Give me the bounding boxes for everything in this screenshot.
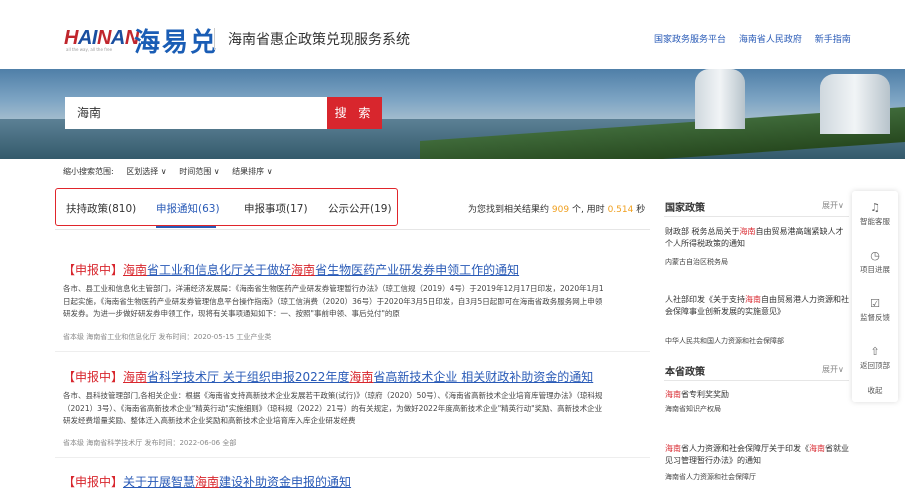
national-policy-title: 国家政策	[665, 203, 705, 214]
filter-sort[interactable]: 结果排序 ∨	[232, 167, 272, 176]
link-provincial-gov[interactable]: 海南省人民政府	[739, 35, 802, 45]
logo-title[interactable]: 海易兑	[134, 22, 218, 59]
logo-divider	[214, 28, 215, 50]
collapse-button[interactable]: 收起	[852, 385, 898, 396]
result-title-1[interactable]: 【申报中】海南省工业和信息化厅关于做好海南省生物医药产业研发券申领工作的通知	[63, 261, 519, 278]
national-policy-source-1: 内蒙古自治区税务局	[665, 258, 728, 266]
provincial-policy-source-1: 海南省知识产权局	[665, 405, 721, 413]
headset-icon: ♫	[870, 201, 880, 214]
top-links: 国家政务服务平台 海南省人民政府 新手指南	[654, 32, 861, 45]
provincial-policy-item-1[interactable]: 海南省专利奖奖励	[665, 389, 850, 401]
result-title-2[interactable]: 【申报中】海南省科学技术厅 关于组织申报2022年度海南省高新技术企业 相关财政…	[63, 368, 593, 385]
result-meta-2: 省本级 海南省科学技术厅 发布时间：2022-06-06 全部	[63, 439, 237, 447]
national-policy-item-1[interactable]: 财政部 税务总局关于海南自由贸易港高端紧缺人才个人所得税政策的通知	[665, 226, 850, 250]
tab-support-policy[interactable]: 扶持政策(810)	[66, 201, 136, 216]
result-desc-2: 各市、县科技管理部门,各相关企业：根据《海南省支持高新技术企业发展若干政策(试行…	[63, 391, 603, 425]
filter-label: 缩小搜索范围:	[63, 167, 114, 176]
provincial-policy-source-2: 海南省人力资源和社会保障厅	[665, 473, 756, 481]
tab-public-notices[interactable]: 公示公开(19)	[328, 201, 392, 216]
smart-service-button[interactable]: ♫ 智能客服	[852, 201, 898, 227]
clock-icon: ◷	[870, 249, 880, 262]
project-progress-button[interactable]: ◷ 项目进展	[852, 249, 898, 275]
link-beginner-guide[interactable]: 新手指南	[815, 35, 851, 45]
result-meta-1: 省本级 海南省工业和信息化厅 发布时间：2020-05-15 工业产业类	[63, 333, 272, 341]
provincial-expand-link[interactable]: 展开∨	[822, 364, 844, 375]
link-national-service[interactable]: 国家政务服务平台	[654, 35, 726, 45]
search-button[interactable]: 搜 索	[327, 97, 382, 129]
logo-tagline: all the way, all the free	[66, 47, 113, 52]
filter-bar: 缩小搜索范围: 区划选择 ∨ 时间范围 ∨ 结果排序 ∨	[63, 166, 283, 177]
tab-divider	[55, 229, 650, 230]
national-policy-item-2[interactable]: 人社部印发《关于支持海南自由贸易港人力资源和社会保障事业创新发展的实施意见》	[665, 294, 850, 318]
result-divider	[55, 457, 650, 458]
national-expand-link[interactable]: 展开∨	[822, 200, 844, 211]
result-title-3[interactable]: 【申报中】关于开展智慧海南建设补助资金申报的通知	[63, 473, 351, 490]
result-time: 0.514	[607, 205, 634, 215]
sidebar-divider	[664, 216, 849, 217]
sidebar-divider	[664, 380, 849, 381]
result-divider	[55, 351, 650, 352]
national-policy-source-2: 中华人民共和国人力资源和社会保障部	[665, 337, 784, 345]
filter-time[interactable]: 时间范围 ∨	[179, 167, 219, 176]
result-count: 909	[551, 205, 570, 215]
back-to-top-button[interactable]: ⇧ 返回顶部	[852, 345, 898, 371]
provincial-policy-title: 本省政策	[665, 367, 705, 378]
arrow-up-icon: ⇧	[870, 345, 880, 358]
filter-region[interactable]: 区划选择 ∨	[126, 167, 166, 176]
tab-application-notice[interactable]: 申报通知(63)	[156, 201, 220, 216]
system-title: 海南省惠企政策兑现服务系统	[228, 32, 410, 48]
provincial-policy-item-2[interactable]: 海南省人力资源和社会保障厅关于印发《海南省就业见习管理暂行办法》的通知	[665, 443, 850, 467]
tab-application-items[interactable]: 申报事项(17)	[244, 201, 308, 216]
search-input[interactable]: 海南	[65, 97, 327, 129]
feedback-button[interactable]: ☑ 监督反馈	[852, 297, 898, 323]
result-summary: 为您找到相关结果约 909 个, 用时 0.514 秒	[468, 205, 646, 215]
active-tab-indicator	[156, 226, 216, 228]
feedback-icon: ☑	[870, 297, 880, 310]
result-desc-1: 各市、县工业和信息化主管部门，洋浦经济发展局：《海南省生物医药产业研发券管理暂行…	[63, 284, 604, 318]
floating-toolbar: ♫ 智能客服 ◷ 项目进展 ☑ 监督反馈 ⇧ 返回顶部 收起	[852, 191, 898, 402]
